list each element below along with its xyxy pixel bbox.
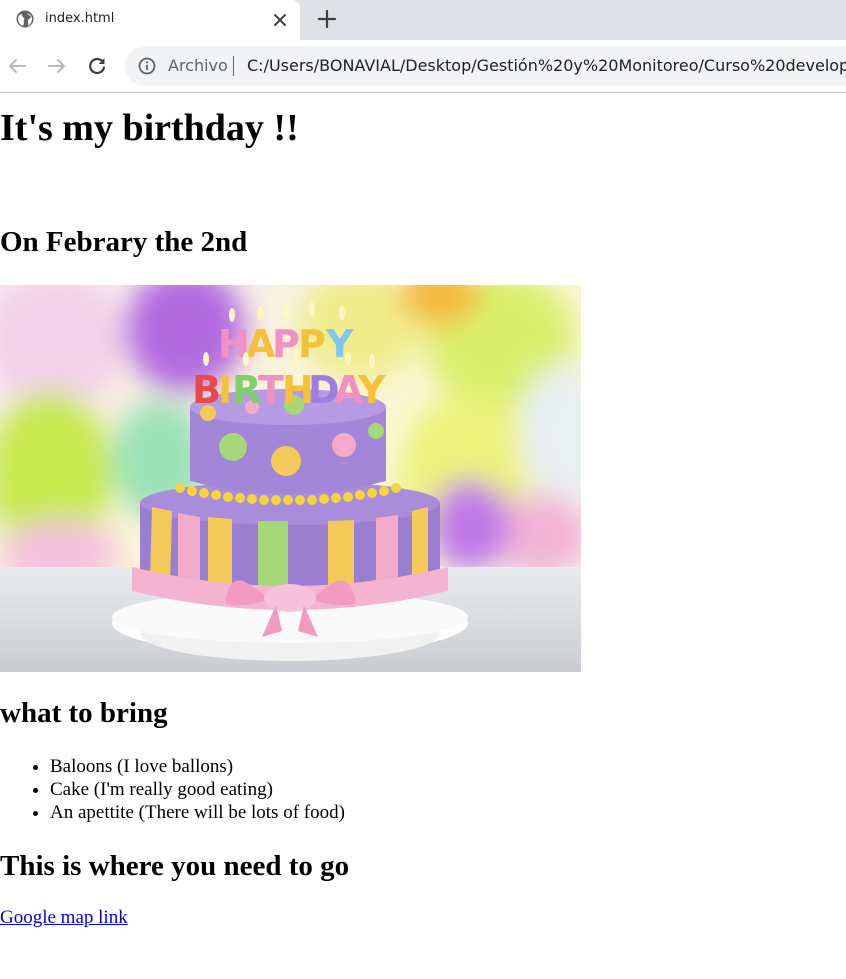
list-item: Cake (I'm really good eating) [50,778,345,801]
bring-heading: what to bring [0,697,168,729]
address-bar[interactable]: Archivo C:/Users/BONAVIAL/Desktop/Gestió… [125,46,846,86]
reload-icon[interactable] [86,55,108,77]
list-item: Baloons (I love ballons) [50,755,345,778]
browser-toolbar: Archivo C:/Users/BONAVIAL/Desktop/Gestió… [0,40,846,93]
globe-icon [16,10,34,28]
arrow-left-icon[interactable] [6,55,28,77]
svg-text:Y: Y [357,368,386,412]
svg-text:B: B [192,368,221,412]
bring-list: Baloons (I love ballons) Cake (I'm reall… [0,755,345,824]
url-text[interactable]: C:/Users/BONAVIAL/Desktop/Gestión%20y%20… [247,56,846,75]
list-item: An apettite (There will be lots of food) [50,801,345,824]
birthday-cake-illustration: H A P P Y B I R T H D A Y [0,285,581,672]
svg-text:T: T [258,368,284,412]
browser-tab[interactable]: index.html [0,0,300,40]
tab-strip: index.html [0,0,846,40]
svg-text:P: P [298,322,326,366]
where-heading: This is where you need to go [0,850,350,882]
plus-icon[interactable] [316,8,338,30]
google-map-link[interactable]: Google map link [0,907,128,929]
close-icon[interactable] [270,10,290,30]
svg-text:I: I [218,368,232,412]
svg-text:R: R [232,368,261,412]
omnibox-divider [233,56,234,76]
tab-title: index.html [45,11,115,26]
security-label: Archivo [168,56,228,75]
birthday-cake-image: H A P P Y B I R T H D A Y [0,285,581,672]
page-title: It's my birthday !! [0,107,299,149]
arrow-right-icon[interactable] [46,55,68,77]
date-heading: On Febrary the 2nd [0,226,248,258]
page-content: It's my birthday !! On Febrary the 2nd H… [0,94,846,979]
info-icon[interactable] [138,57,156,75]
